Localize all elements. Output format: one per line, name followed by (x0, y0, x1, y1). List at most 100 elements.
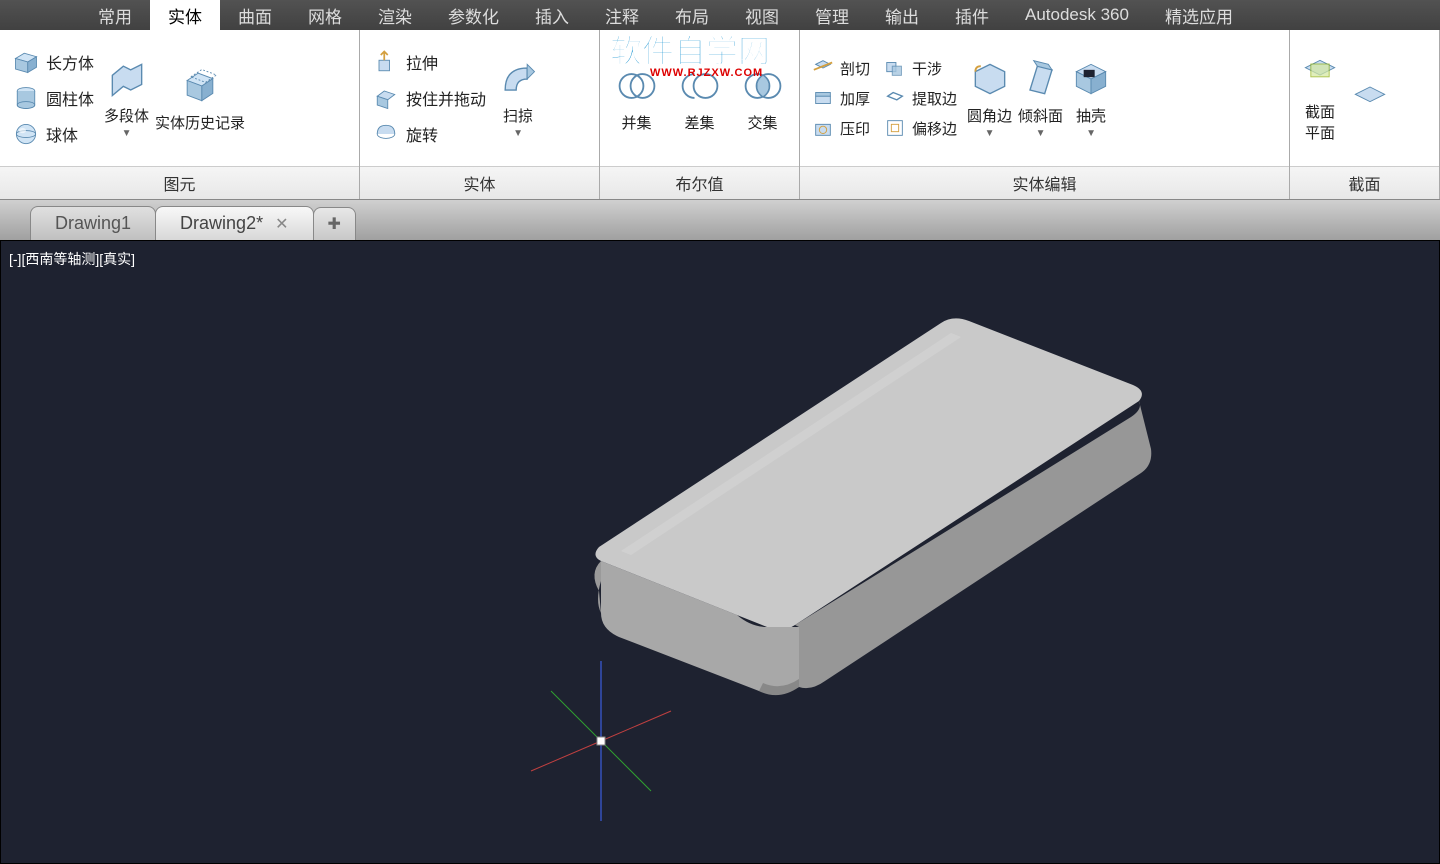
interfere-label: 干涉 (912, 58, 942, 79)
panel-title-solid: 实体 (360, 166, 599, 199)
tab-label: Drawing2* (180, 213, 263, 234)
shell-button[interactable]: 抽壳 ▼ (1069, 57, 1113, 139)
menu-annotate[interactable]: 注释 (587, 0, 657, 32)
box-label: 长方体 (46, 50, 94, 74)
chevron-down-icon: ▼ (985, 128, 995, 139)
solid-history-button[interactable]: 实体历史记录 (155, 64, 245, 133)
ucs-icon (501, 651, 701, 831)
section-extra-icon (1348, 76, 1392, 120)
taper-icon (1019, 57, 1063, 101)
menu-plugins[interactable]: 插件 (937, 0, 1007, 32)
fillet-edge-button[interactable]: 圆角边 ▼ (967, 57, 1012, 139)
cylinder-label: 圆柱体 (46, 86, 94, 110)
extract-edges-button[interactable]: 提取边 (880, 85, 961, 111)
presspull-button[interactable]: 按住并拖动 (368, 82, 490, 114)
menu-render[interactable]: 渲染 (360, 0, 430, 32)
section-plane-button[interactable]: 截面 平面 (1298, 53, 1342, 143)
history-icon (178, 64, 222, 108)
chevron-down-icon: ▼ (513, 128, 523, 139)
tab-label: Drawing1 (55, 213, 131, 234)
thicken-icon (812, 87, 834, 109)
panel-solid-edit: 剖切 加厚 压印 干涉 提取边 偏移边 圆角边 ▼ 倾斜面 ▼ 抽壳 (800, 30, 1290, 199)
union-icon (615, 64, 659, 108)
polysolid-label: 多段体 (104, 105, 149, 126)
menu-mesh[interactable]: 网格 (290, 0, 360, 32)
menu-parametric[interactable]: 参数化 (430, 0, 517, 32)
ribbon: 长方体 圆柱体 球体 多段体 (0, 30, 1440, 200)
plus-icon: ✚ (328, 216, 341, 233)
menu-featured[interactable]: 精选应用 (1147, 0, 1251, 32)
extract-edges-icon (884, 87, 906, 109)
document-tabs: Drawing1 Drawing2* ✕ ✚ (0, 200, 1440, 240)
interfere-icon (884, 57, 906, 79)
menu-autodesk360[interactable]: Autodesk 360 (1007, 1, 1147, 29)
chevron-down-icon: ▼ (1036, 128, 1046, 139)
chevron-down-icon: ▼ (1086, 128, 1096, 139)
tab-drawing2[interactable]: Drawing2* ✕ (155, 206, 313, 240)
offset-edge-button[interactable]: 偏移边 (880, 115, 961, 141)
imprint-icon (812, 117, 834, 139)
sweep-icon (496, 57, 540, 101)
section-extra-button[interactable] (1348, 76, 1392, 120)
offset-edge-icon (884, 117, 906, 139)
menu-solid[interactable]: 实体 (150, 0, 220, 32)
intersect-label: 交集 (747, 112, 777, 133)
sweep-button[interactable]: 扫掠 ▼ (496, 57, 540, 139)
subtract-button[interactable]: 差集 (678, 64, 722, 133)
menu-view[interactable]: 视图 (727, 0, 797, 32)
viewport-label[interactable]: [-][西南等轴测][真实] (9, 249, 135, 269)
tab-add-button[interactable]: ✚ (313, 207, 356, 240)
taper-face-button[interactable]: 倾斜面 ▼ (1018, 57, 1063, 139)
slice-icon (812, 57, 834, 79)
polysolid-icon (105, 57, 149, 101)
viewport[interactable]: [-][西南等轴测][真实] (0, 240, 1440, 864)
close-icon[interactable]: ✕ (275, 214, 288, 234)
menu-output[interactable]: 输出 (867, 0, 937, 32)
revolve-button[interactable]: 旋转 (368, 118, 442, 150)
panel-title-section: 截面 (1290, 166, 1439, 199)
union-label: 并集 (621, 112, 651, 133)
thicken-button[interactable]: 加厚 (808, 85, 874, 111)
menu-surface[interactable]: 曲面 (220, 0, 290, 32)
menu-insert[interactable]: 插入 (517, 0, 587, 32)
section-plane-label: 截面 平面 (1305, 101, 1335, 143)
imprint-label: 压印 (840, 118, 870, 139)
interfere-button[interactable]: 干涉 (880, 55, 946, 81)
shell-label: 抽壳 (1076, 105, 1106, 126)
panel-solid: 拉伸 按住并拖动 旋转 扫掠 ▼ 实体 (360, 30, 600, 199)
panel-title-primitives: 图元 (0, 166, 359, 199)
slice-button[interactable]: 剖切 (808, 55, 874, 81)
revolve-label: 旋转 (406, 122, 438, 146)
extrude-icon (372, 48, 400, 76)
shell-icon (1069, 57, 1113, 101)
union-button[interactable]: 并集 (615, 64, 659, 133)
presspull-label: 按住并拖动 (406, 86, 486, 110)
intersect-button[interactable]: 交集 (741, 64, 785, 133)
fillet-icon (968, 57, 1012, 101)
taper-label: 倾斜面 (1018, 105, 1063, 126)
fillet-label: 圆角边 (967, 105, 1012, 126)
extrude-button[interactable]: 拉伸 (368, 46, 442, 78)
sphere-icon (12, 120, 40, 148)
menu-manage[interactable]: 管理 (797, 0, 867, 32)
menubar: 常用 实体 曲面 网格 渲染 参数化 插入 注释 布局 视图 管理 输出 插件 … (0, 0, 1440, 30)
panel-title-boolean: 布尔值 (600, 166, 799, 199)
revolve-icon (372, 120, 400, 148)
intersect-icon (741, 64, 785, 108)
offset-edge-label: 偏移边 (912, 118, 957, 139)
imprint-button[interactable]: 压印 (808, 115, 874, 141)
cylinder-button[interactable]: 圆柱体 (8, 82, 98, 114)
extrude-label: 拉伸 (406, 50, 438, 74)
tab-drawing1[interactable]: Drawing1 (30, 206, 156, 240)
sphere-button[interactable]: 球体 (8, 118, 82, 150)
menu-layout[interactable]: 布局 (657, 0, 727, 32)
chevron-down-icon: ▼ (122, 128, 132, 139)
box-button[interactable]: 长方体 (8, 46, 98, 78)
subtract-label: 差集 (684, 112, 714, 133)
polysolid-button[interactable]: 多段体 ▼ (104, 57, 149, 139)
menu-common[interactable]: 常用 (80, 0, 150, 32)
extract-edges-label: 提取边 (912, 88, 957, 109)
panel-primitives: 长方体 圆柱体 球体 多段体 (0, 30, 360, 199)
subtract-icon (678, 64, 722, 108)
panel-title-solid-edit: 实体编辑 (800, 166, 1289, 199)
